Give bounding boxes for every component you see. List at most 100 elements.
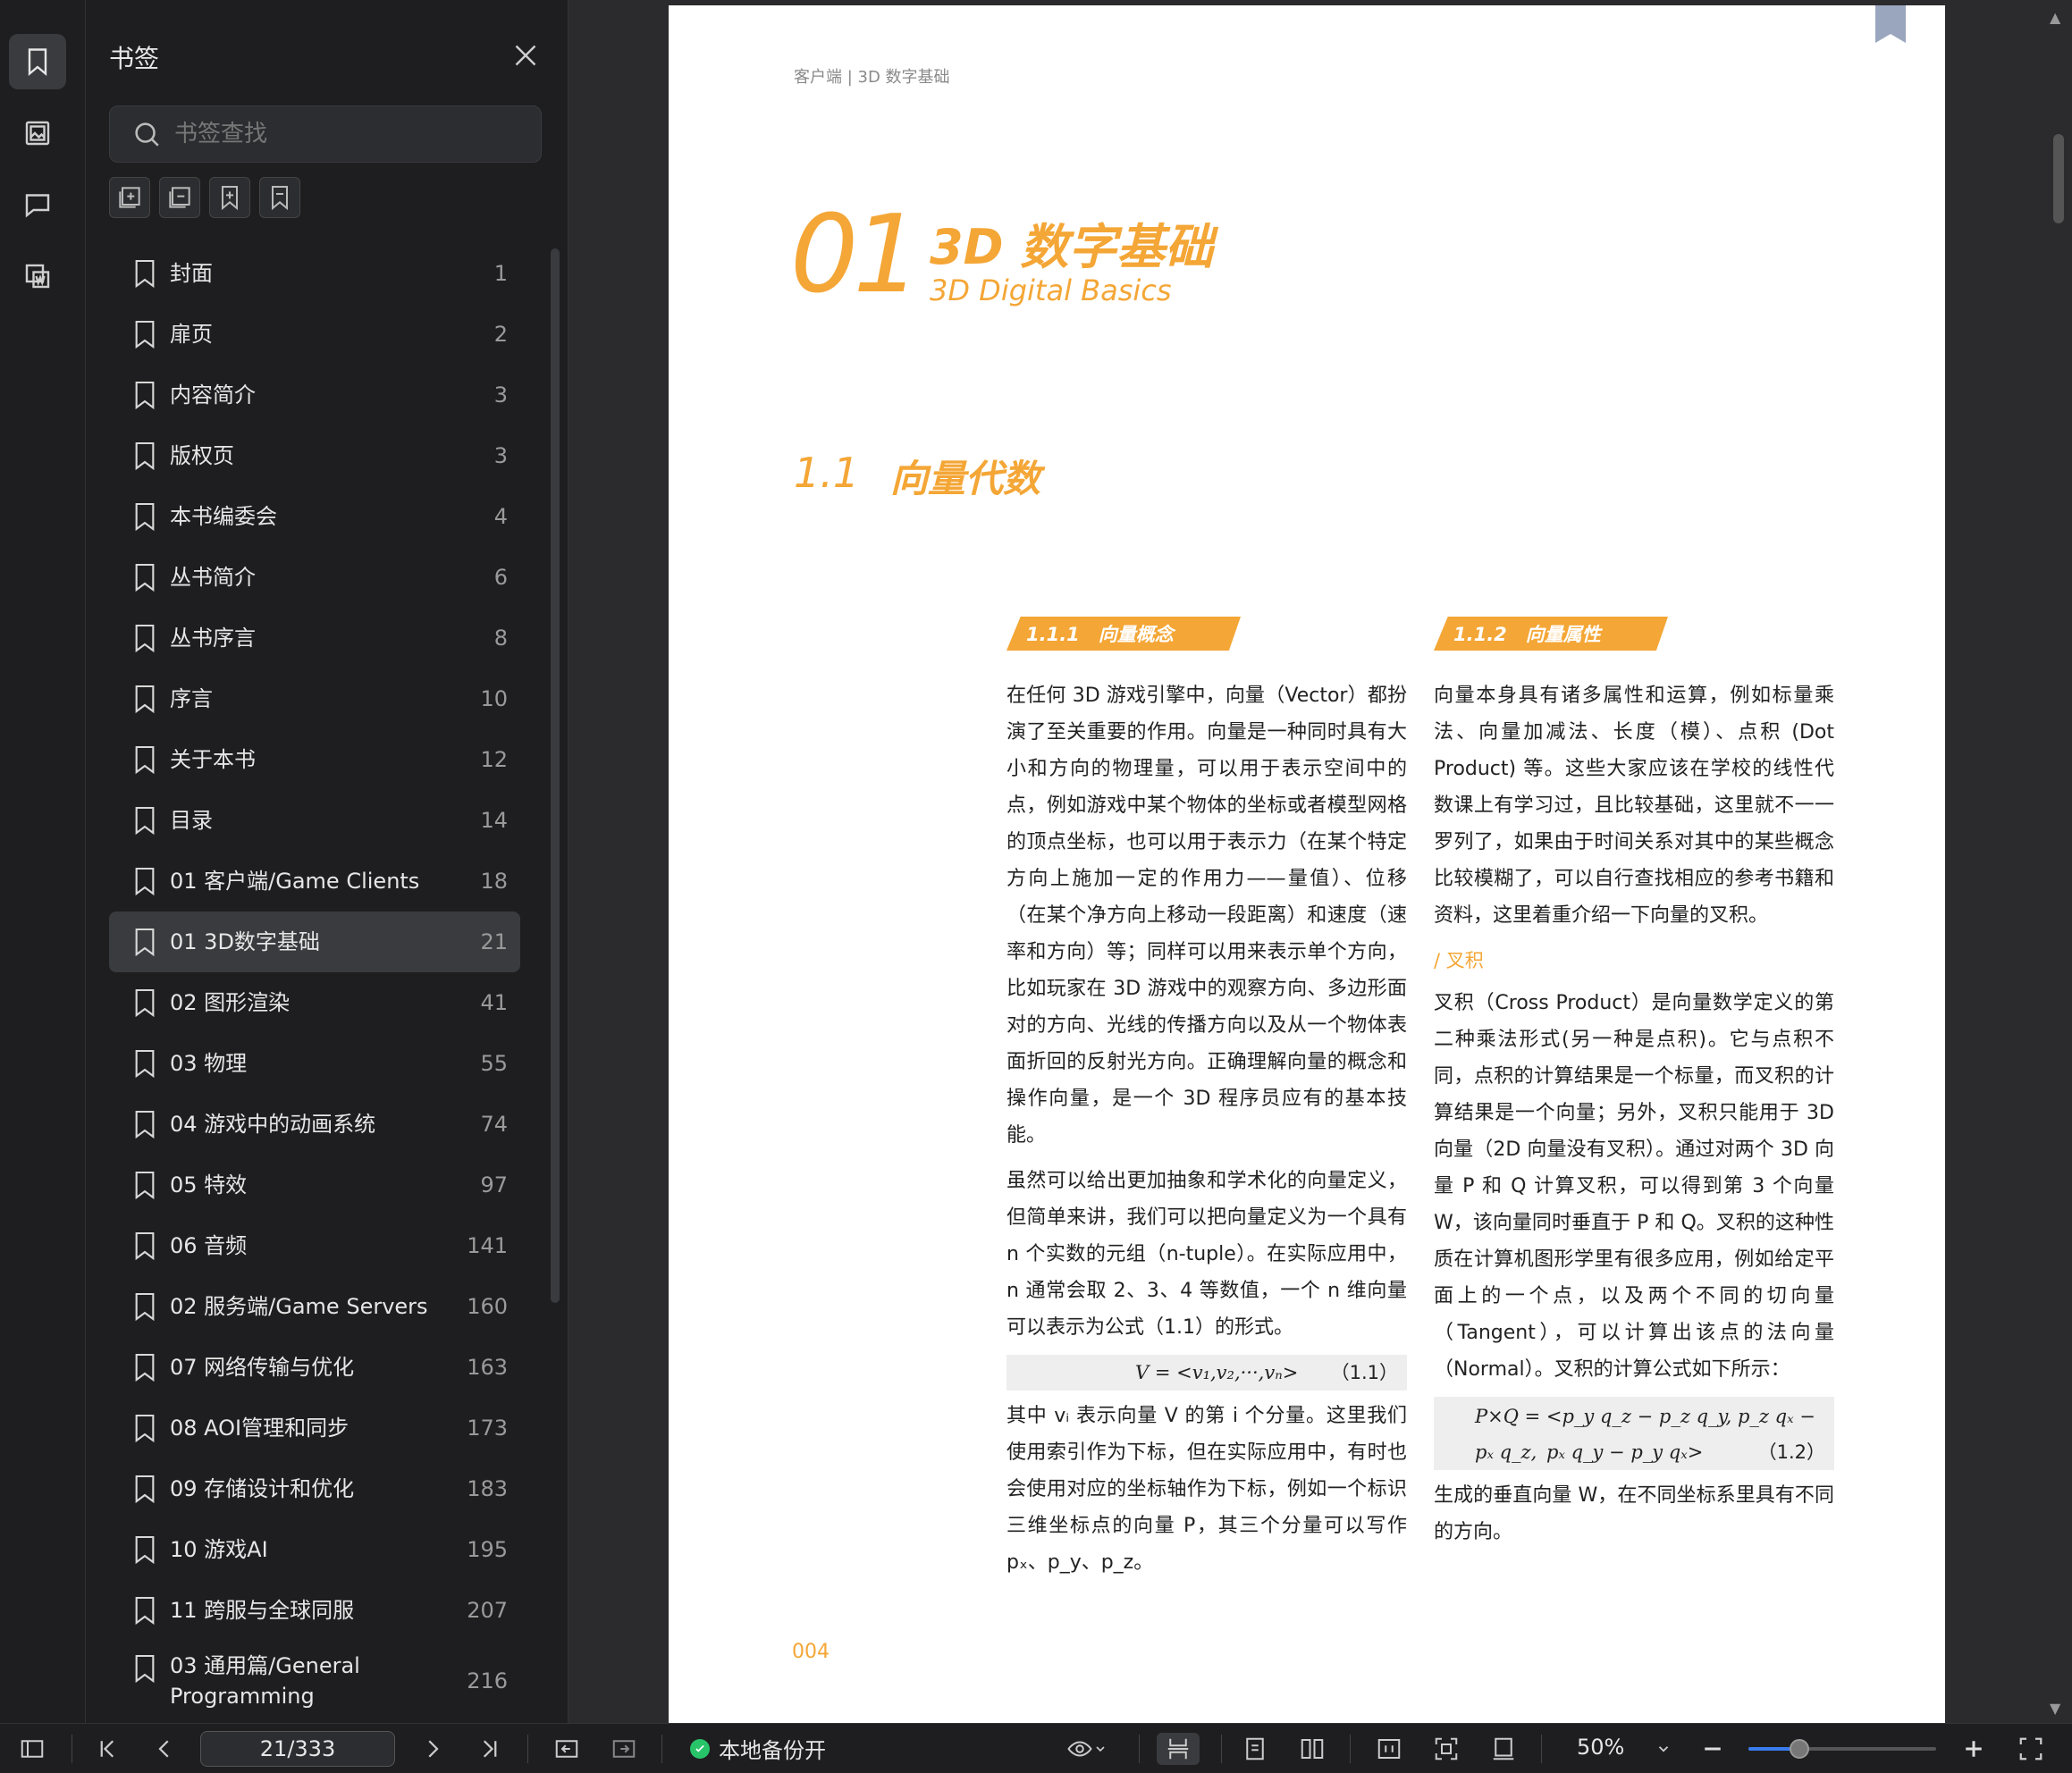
backup-status-dot <box>690 1738 710 1759</box>
local-backup-status[interactable]: 本地备份开 <box>690 1733 826 1764</box>
bookmark-label: 10 游戏AI <box>170 1537 268 1562</box>
bookmark-item[interactable]: 封面 1 <box>109 243 520 304</box>
bookmark-page-number: 21 <box>480 929 508 954</box>
remove-bookmark-button[interactable] <box>259 177 300 218</box>
viewer-scrollbar[interactable] <box>2053 134 2064 223</box>
ocr-panel-button[interactable] <box>9 248 66 304</box>
fullscreen-button[interactable] <box>2013 1733 2049 1765</box>
running-head: 客户端 | 3D 数字基础 <box>794 68 950 87</box>
page-bookmark-icon[interactable] <box>1875 5 1906 43</box>
bookmark-icon <box>135 1654 155 1684</box>
bookmark-page-number: 14 <box>480 808 508 833</box>
bookmark-item[interactable]: 序言 10 <box>109 668 520 729</box>
scroll-down-arrow[interactable]: ▼ <box>2050 1700 2060 1717</box>
toggle-sidebar-button[interactable] <box>14 1733 50 1765</box>
bookmark-item[interactable]: 03 通用篇/General Programming 216 <box>109 1641 520 1721</box>
bookmark-page-number: 141 <box>467 1233 508 1258</box>
bookmark-icon <box>135 1535 155 1565</box>
bookmark-item[interactable]: 丛书简介 6 <box>109 547 520 608</box>
bookmark-page-number: 6 <box>493 565 508 590</box>
bookmark-item[interactable]: 丛书序言 8 <box>109 608 520 668</box>
first-page-button[interactable] <box>89 1733 125 1765</box>
double-page-icon <box>1301 1739 1324 1759</box>
bookmark-item[interactable]: 04 游戏中的动画系统 74 <box>109 1094 520 1155</box>
scroll-up-arrow[interactable]: ▲ <box>2050 9 2060 26</box>
bookmark-item[interactable]: 01 客户端/Game Clients 18 <box>109 851 520 912</box>
zoom-in-button[interactable] <box>1956 1733 1992 1765</box>
bookmark-page-number: 2 <box>493 322 508 347</box>
last-page-button[interactable] <box>472 1733 508 1765</box>
back-view-button[interactable] <box>549 1733 585 1765</box>
section-number: 1.1 <box>794 449 860 497</box>
bookmark-item[interactable]: 02 图形渲染 41 <box>109 972 520 1033</box>
bookmark-item[interactable]: 11 跨服与全球同服 207 <box>109 1580 520 1641</box>
bookmark-toolbar <box>109 177 300 218</box>
bookmark-item[interactable]: 06 音频 141 <box>109 1215 520 1276</box>
collapse-all-icon <box>169 187 190 208</box>
bookmark-panel-button[interactable] <box>9 34 66 89</box>
page-number: 004 <box>792 1641 830 1663</box>
expand-all-icon <box>119 187 140 208</box>
zoom-slider[interactable] <box>1748 1739 1936 1759</box>
bookmark-label: 01 客户端/Game Clients <box>170 869 420 894</box>
bookmark-item[interactable]: 目录 14 <box>109 790 520 851</box>
chevron-down-icon <box>1658 1746 1669 1752</box>
bookmark-item[interactable]: 09 存储设计和优化 183 <box>109 1458 520 1519</box>
page-number-input[interactable]: 21/333 <box>200 1731 395 1767</box>
bookmark-item[interactable]: 版权页 3 <box>109 425 520 486</box>
expand-all-button[interactable] <box>109 177 150 218</box>
panel-scrollbar[interactable] <box>551 248 560 1303</box>
remove-bookmark-icon <box>272 186 288 211</box>
bookmark-item[interactable]: 扉页 2 <box>109 304 520 365</box>
bookmark-item[interactable]: 10 游戏AI 195 <box>109 1519 520 1580</box>
bookmark-icon <box>135 1596 155 1626</box>
add-bookmark-icon <box>222 186 238 211</box>
bookmark-item[interactable]: 内容简介 3 <box>109 365 520 425</box>
bookmark-search-input[interactable] <box>174 121 514 147</box>
divider <box>1139 1735 1140 1763</box>
bookmark-item[interactable]: 本书编委会 4 <box>109 486 520 547</box>
bookmark-icon <box>135 1110 155 1139</box>
reading-mode-dropdown[interactable] <box>1060 1733 1114 1765</box>
single-page-button[interactable] <box>1237 1733 1273 1765</box>
chapter-title-cn: 3D 数字基础 <box>930 219 1214 275</box>
previous-page-button[interactable] <box>147 1733 182 1765</box>
collapse-all-button[interactable] <box>159 177 200 218</box>
bookmark-item[interactable]: 关于本书 12 <box>109 729 520 790</box>
double-page-button[interactable] <box>1294 1733 1330 1765</box>
bookmark-item[interactable]: 01 3D数字基础 21 <box>109 912 520 972</box>
bookmark-item[interactable]: 05 特效 97 <box>109 1155 520 1215</box>
actual-size-button[interactable] <box>1486 1733 1521 1765</box>
paragraph: 虽然可以给出更加抽象和学术化的向量定义，但简单来讲，我们可以把向量定义为一个具有… <box>1007 1170 1407 1339</box>
bookmark-item[interactable]: 08 AOI管理和同步 173 <box>109 1398 520 1458</box>
section-title: 向量代数 <box>890 457 1041 500</box>
fit-width-button[interactable] <box>1371 1733 1407 1765</box>
bookmark-panel: 书签 封面 1 扉页 2 内容简介 3 版权页 3 本书编委会 4 丛书简介 6 丛书序言 8 序言 10 关于… <box>86 0 569 1723</box>
close-icon[interactable] <box>510 39 542 71</box>
bookmark-item[interactable]: 02 服务端/Game Servers 160 <box>109 1276 520 1337</box>
comment-icon <box>25 194 50 218</box>
add-bookmark-button[interactable] <box>209 177 250 218</box>
chapter-number: 01 <box>790 193 922 317</box>
bookmark-item[interactable]: 03 物理 55 <box>109 1033 520 1094</box>
zoom-slider-handle[interactable] <box>1789 1739 1809 1759</box>
forward-view-button[interactable] <box>606 1733 642 1765</box>
bookmark-label: 丛书序言 <box>170 626 256 651</box>
comment-panel-button[interactable] <box>9 177 66 232</box>
bookmark-item[interactable]: 07 网络传输与优化 163 <box>109 1337 520 1398</box>
fit-width-icon <box>1377 1739 1401 1759</box>
bookmark-page-number: 97 <box>480 1172 508 1197</box>
scroll-mode-button[interactable] <box>1157 1733 1200 1765</box>
bookmark-icon <box>135 1353 155 1382</box>
paragraph: 叉积（Cross Product）是向量数学定义的第二种乘法形式(另一种是点积)… <box>1434 992 1834 1381</box>
bookmark-page-number: 10 <box>480 686 508 711</box>
fullscreen-icon <box>2019 1737 2043 1760</box>
fit-page-button[interactable] <box>1428 1733 1464 1765</box>
thumbnail-panel-button[interactable] <box>9 105 66 161</box>
zoom-level[interactable]: 50% <box>1577 1735 1624 1760</box>
zoom-out-button[interactable] <box>1695 1733 1731 1765</box>
next-page-button[interactable] <box>415 1733 451 1765</box>
bookmark-label: 08 AOI管理和同步 <box>170 1416 350 1441</box>
zoom-dropdown[interactable] <box>1650 1733 1677 1765</box>
bookmark-label: 内容简介 <box>170 382 256 408</box>
